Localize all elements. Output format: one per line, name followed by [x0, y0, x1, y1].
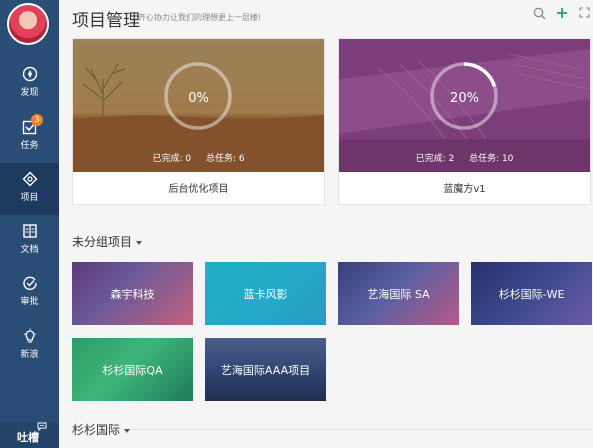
- sidebar-item-projects[interactable]: 项目: [0, 163, 59, 215]
- task-stats: 已完成: 0 总任务: 6: [73, 151, 324, 164]
- fullscreen-icon[interactable]: [579, 7, 590, 18]
- sidebar-item-label: 审批: [20, 297, 39, 307]
- feedback-label: 吐槽: [17, 431, 39, 444]
- project-name: 杉杉国际-WE: [498, 287, 565, 301]
- project-name: 杉杉国际QA: [102, 363, 163, 377]
- sidebar-item-label: 文档: [20, 245, 39, 255]
- page-subtitle: 齐心协力让我们的理想更上一层楼!: [138, 13, 262, 22]
- project-name: 艺海国际AAA项目: [220, 363, 311, 377]
- divider: [130, 429, 593, 430]
- project-card-featured[interactable]: 20% 已完成: 2 总任务: 10 蓝魔方v1: [338, 38, 591, 205]
- approve-icon: [22, 276, 37, 291]
- project-name: 蓝魔方v1: [443, 184, 486, 195]
- sidebar-item-sina[interactable]: 新浪: [0, 320, 59, 372]
- sidebar-item-docs[interactable]: 文档: [0, 215, 59, 267]
- progress-percent: 0%: [188, 91, 209, 106]
- sidebar-item-label: 新浪: [20, 350, 39, 360]
- sidebar-item-label: 发现: [20, 88, 39, 98]
- page-title: 项目管理: [72, 11, 140, 31]
- project-tile[interactable]: 森宇科技: [72, 262, 193, 325]
- task-count-badge: 3: [31, 114, 43, 126]
- sidebar: 发现 3 任务 项目 文档 审批 新浪 吐槽: [0, 0, 59, 448]
- chevron-down-icon: [136, 240, 143, 245]
- project-name: 蓝卡风影: [243, 287, 288, 301]
- project-tile[interactable]: 杉杉国际-WE: [471, 262, 592, 325]
- completed-count: 已完成: 2: [415, 154, 455, 164]
- section-title: 未分组项目: [72, 235, 133, 249]
- project-tile[interactable]: 蓝卡风影: [205, 262, 326, 325]
- project-name: 艺海国际 SA: [367, 287, 430, 301]
- section-group[interactable]: 杉杉国际: [72, 421, 131, 438]
- sidebar-item-label: 项目: [20, 193, 39, 203]
- avatar[interactable]: [7, 3, 49, 45]
- project-tile[interactable]: 艺海国际AAA项目: [205, 338, 326, 401]
- section-ungrouped[interactable]: 未分组项目: [72, 233, 143, 250]
- sidebar-item-approval[interactable]: 审批: [0, 267, 59, 319]
- project-name: 森宇科技: [110, 287, 155, 301]
- progress-percent: 20%: [450, 91, 479, 106]
- sidebar-item-discover[interactable]: 发现: [0, 58, 59, 110]
- task-stats: 已完成: 2 总任务: 10: [339, 151, 590, 164]
- total-count: 总任务: 6: [205, 154, 245, 164]
- project-tile[interactable]: 艺海国际 SA: [338, 262, 459, 325]
- bulb-icon: [23, 328, 36, 343]
- project-tile[interactable]: 杉杉国际QA: [72, 338, 193, 401]
- document-icon: [22, 224, 37, 238]
- total-count: 总任务: 10: [469, 154, 514, 164]
- sidebar-item-tasks[interactable]: 3 任务: [0, 111, 59, 163]
- chat-bubble-icon: [37, 422, 47, 431]
- project-icon: [22, 171, 37, 187]
- sidebar-item-label: 任务: [20, 141, 39, 151]
- add-icon[interactable]: [556, 7, 568, 19]
- search-icon[interactable]: [533, 7, 546, 20]
- project-name: 后台优化项目: [168, 184, 229, 195]
- section-title: 杉杉国际: [72, 423, 121, 437]
- project-card-featured[interactable]: 0% 已完成: 0 总任务: 6 后台优化项目: [72, 38, 325, 205]
- completed-count: 已完成: 0: [152, 154, 192, 164]
- feedback-button[interactable]: 吐槽: [0, 422, 59, 448]
- compass-icon: [22, 66, 37, 82]
